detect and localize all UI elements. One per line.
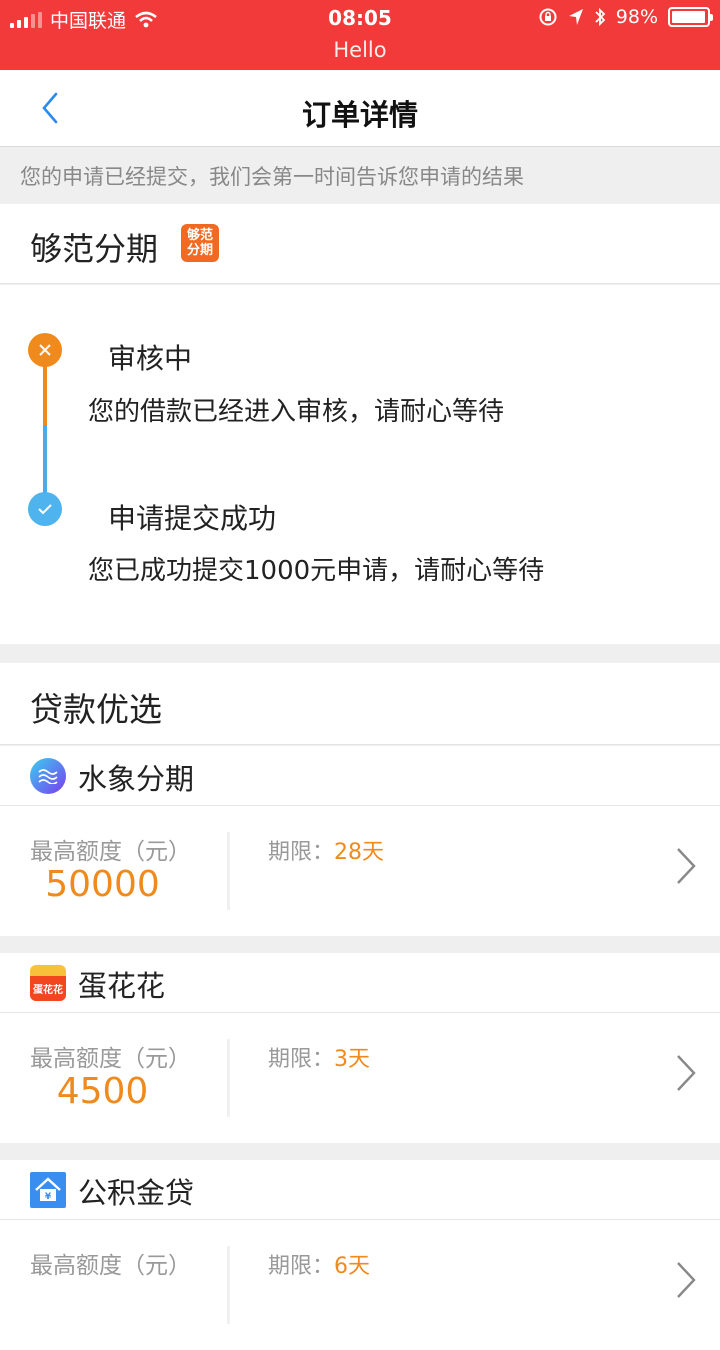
limit-label: 最高额度（元） [30, 839, 191, 865]
timeline-step-title: 申请提交成功 [108, 502, 277, 535]
term-value: 3天 [334, 1047, 371, 1072]
battery-percent: 98% [615, 6, 658, 28]
term-label: 期限： [268, 840, 335, 865]
provider-logo-line1: 够范 [186, 228, 213, 243]
term-info: 期限：3天 [268, 1041, 370, 1073]
danhuahua-logo-icon: 蛋花花 [30, 965, 66, 1001]
timeline-connector-lower [43, 425, 47, 495]
timeline-connector-upper [43, 365, 47, 425]
limit-label: 最高额度（元） [30, 1046, 191, 1072]
page-title: 订单详情 [301, 98, 418, 132]
rotation-lock-icon [539, 8, 557, 26]
loan-name: 水象分期 [78, 762, 195, 796]
close-icon [28, 333, 62, 367]
chevron-right-icon[interactable] [674, 1053, 698, 1093]
nav-bar: 订单详情 [0, 70, 720, 147]
term-label: 期限： [268, 1047, 335, 1072]
status-subtitle: Hello [333, 38, 387, 62]
loan-card[interactable]: 水象分期 最高额度（元） 50000 期限：28天 [0, 746, 720, 936]
term-info: 期限：28天 [268, 834, 384, 866]
loan-name: 公积金贷 [78, 1176, 195, 1210]
order-timeline: 审核中 您的借款已经进入审核，请耐心等待 申请提交成功 您已成功提交1000元申… [0, 285, 720, 644]
divider [227, 1039, 230, 1117]
status-bar: 中国联通 08:05 Hello 98% [0, 0, 720, 70]
divider [227, 1246, 230, 1324]
term-value: 6天 [334, 1254, 371, 1279]
section-title: 贷款优选 [30, 690, 162, 729]
term-value: 28天 [334, 840, 385, 865]
timeline-step-desc: 您已成功提交1000元申请，请耐心等待 [88, 556, 545, 586]
danhuahua-logo-text: 蛋花花 [33, 984, 63, 996]
submission-notice: 您的申请已经提交，我们会第一时间告诉您申请的结果 [0, 148, 720, 204]
term-label: 期限： [268, 1254, 335, 1279]
svg-text:¥: ¥ [45, 1192, 52, 1202]
divider [227, 832, 230, 910]
bluetooth-icon [595, 7, 606, 27]
battery-icon [668, 7, 713, 27]
location-icon [568, 9, 583, 25]
timeline-step-desc: 您的借款已经进入审核，请耐心等待 [88, 397, 505, 427]
limit-value: 4500 [56, 1071, 149, 1112]
recommended-loans-header: 贷款优选 [0, 663, 720, 745]
provider-logo-line2: 分期 [186, 243, 213, 258]
chevron-right-icon[interactable] [674, 846, 698, 886]
loan-name: 蛋花花 [78, 969, 166, 1003]
provider-name: 够范分期 [30, 230, 159, 268]
provider-logo-icon: 够范 分期 [181, 224, 219, 262]
shuixiang-logo-icon [30, 758, 66, 794]
term-info: 期限：6天 [268, 1248, 370, 1280]
limit-label: 最高额度（元） [30, 1253, 191, 1279]
limit-value: 50000 [45, 864, 160, 905]
check-icon [28, 492, 62, 526]
provider-header: 够范分期 够范 分期 [0, 204, 720, 284]
loan-card[interactable]: 蛋花花 蛋花花 最高额度（元） 4500 期限：3天 [0, 953, 720, 1143]
timeline-step-title: 审核中 [108, 342, 193, 375]
chevron-right-icon[interactable] [674, 1260, 698, 1300]
house-logo-icon: ¥ [30, 1172, 66, 1208]
battery-level [672, 11, 706, 23]
loan-card[interactable]: ¥ 公积金贷 最高额度（元） 期限：6天 [0, 1160, 720, 1350]
